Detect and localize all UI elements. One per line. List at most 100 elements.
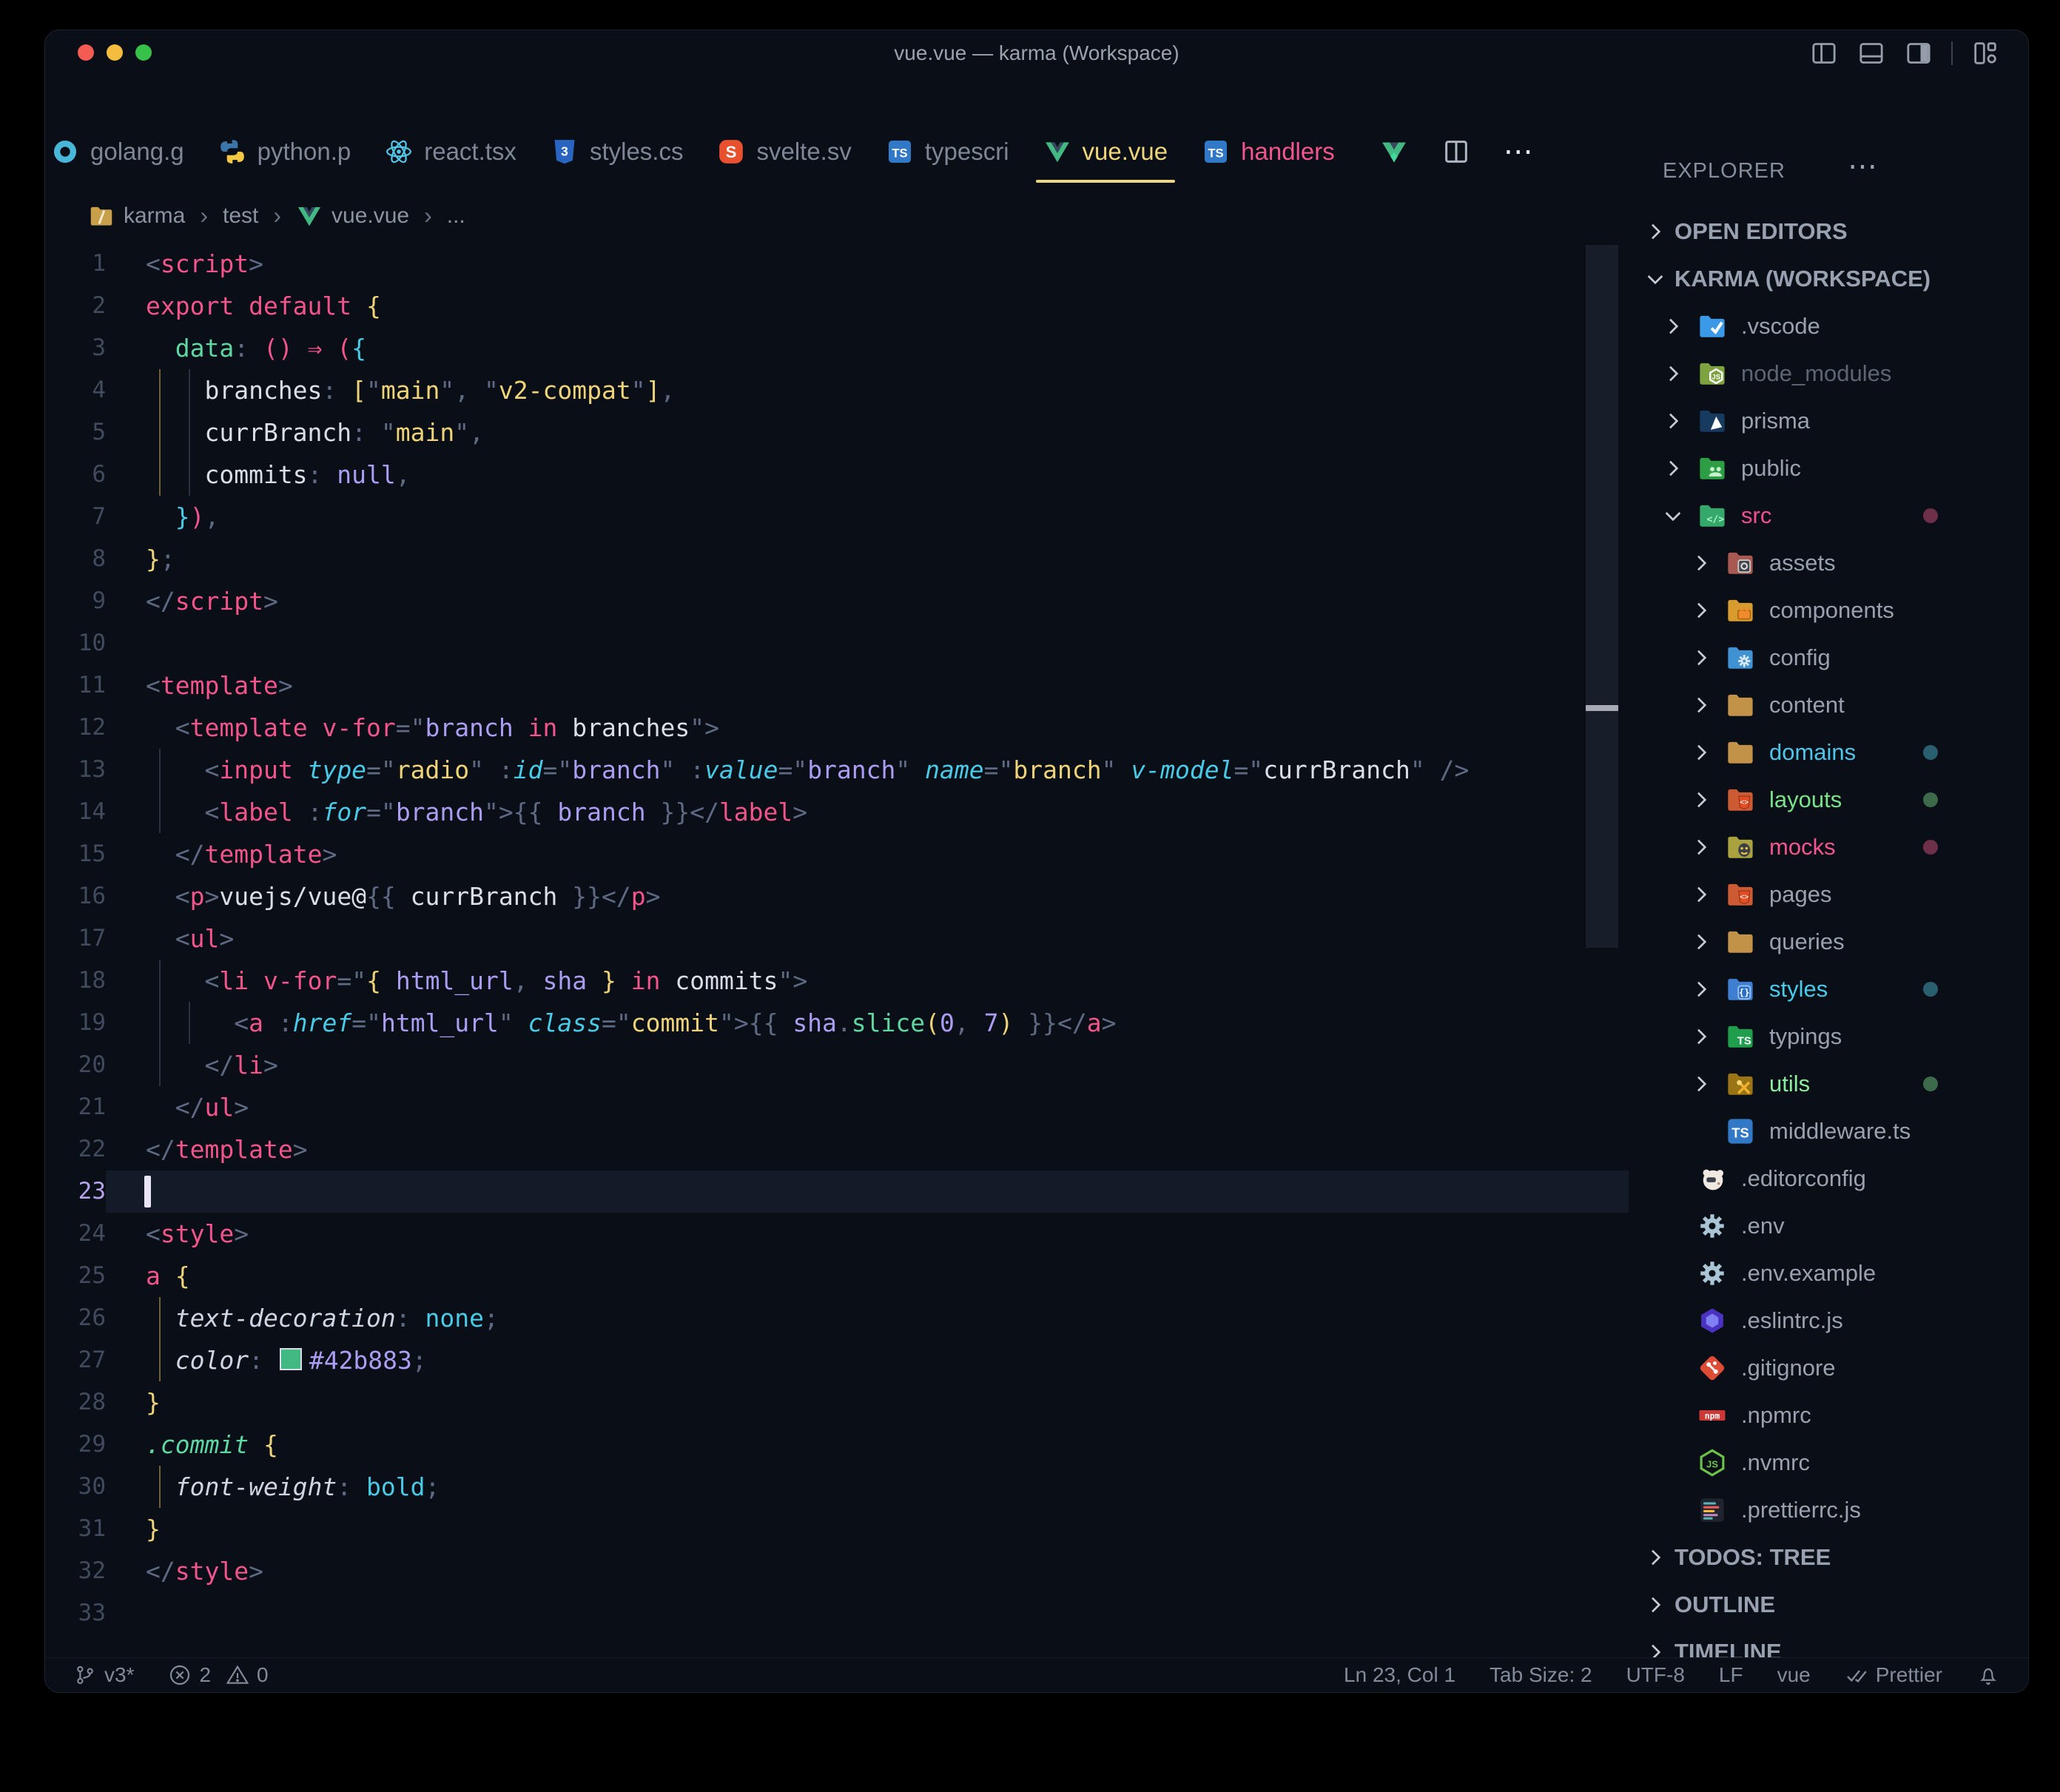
line-number[interactable]: 31 [45,1508,106,1550]
code-line-content[interactable]: currBranch: "main", [106,411,1629,454]
line-number[interactable]: 33 [45,1592,106,1634]
code-line-content[interactable] [106,1170,1629,1213]
tree-item-.editorconfig[interactable]: .editorconfig [1629,1155,2028,1202]
section-outline[interactable]: OUTLINE [1629,1581,2028,1628]
tree-item-.vscode[interactable]: .vscode [1629,303,2028,350]
line-number[interactable]: 24 [45,1213,106,1255]
toggle-panel-bottom-icon[interactable] [1857,38,1886,68]
line-number[interactable]: 29 [45,1424,106,1466]
line-number[interactable]: 2 [45,285,106,327]
code-line-content[interactable]: </script> [106,580,1629,622]
code-line-content[interactable]: data: () ⇒ ({ [106,327,1629,369]
tree-item-components[interactable]: components [1629,587,2028,634]
line-number[interactable]: 21 [45,1086,106,1128]
code-line-content[interactable]: <label :for="branch">{{ branch }}</label… [106,791,1629,833]
code-line-content[interactable]: branches: ["main", "v2-compat"], [106,369,1629,411]
tree-item-domains[interactable]: domains [1629,729,2028,776]
code-line-content[interactable]: </ul> [106,1086,1629,1128]
code-line-content[interactable]: export default { [106,285,1629,327]
tab-vue.vue[interactable]: vue.vue [1035,118,1175,186]
tab-handlers[interactable]: TS handlers [1202,118,1335,186]
tree-item-layouts[interactable]: <> layouts [1629,776,2028,823]
statusbar-tab-size-2[interactable]: Tab Size: 2 [1490,1663,1592,1687]
line-number[interactable]: 22 [45,1128,106,1170]
editor-scrollbar[interactable] [1586,245,1618,948]
line-number[interactable]: 15 [45,833,106,875]
tree-item-.prettierrc.js[interactable]: .prettierrc.js [1629,1486,2028,1534]
breadcrumb-item-...[interactable]: ... [447,203,465,229]
code-line-content[interactable]: </style> [106,1550,1629,1592]
line-number[interactable]: 18 [45,960,106,1002]
line-number[interactable]: 10 [45,622,106,664]
code-line-content[interactable]: text-decoration: none; [106,1297,1629,1339]
statusbar-branch[interactable]: v3* [73,1663,134,1687]
line-number[interactable]: 3 [45,327,106,369]
tree-item-content[interactable]: content [1629,681,2028,729]
tree-item-styles[interactable]: {} styles [1629,966,2028,1013]
code-line-content[interactable]: }), [106,496,1629,538]
tab-typescri[interactable]: TS typescri [886,118,1009,186]
code-line-content[interactable]: <template> [106,664,1629,707]
statusbar-ln-23-col-1[interactable]: Ln 23, Col 1 [1344,1663,1455,1687]
code-line-content[interactable]: } [106,1381,1629,1424]
section-todos-tree[interactable]: TODOS: TREE [1629,1534,2028,1581]
code-line-content[interactable]: }; [106,538,1629,580]
statusbar-prettier[interactable]: Prettier [1845,1663,1942,1687]
tab-golang.g[interactable]: golang.g [51,118,184,186]
code-line-content[interactable] [106,1592,1629,1634]
tree-item-src[interactable]: </> src [1629,492,2028,539]
code-line-content[interactable]: <script> [106,243,1629,285]
statusbar-utf-8[interactable]: UTF-8 [1626,1663,1685,1687]
code-line-content[interactable]: commits: null, [106,454,1629,496]
section-open-editors[interactable]: OPEN EDITORS [1629,208,2028,255]
line-number[interactable]: 30 [45,1466,106,1508]
tree-item-node_modules[interactable]: JS node_modules [1629,350,2028,397]
code-line-content[interactable]: } [106,1508,1629,1550]
code-line-content[interactable]: <p>vuejs/vue@{{ currBranch }}</p> [106,875,1629,917]
tree-item-mocks[interactable]: mocks [1629,823,2028,871]
tree-item-queries[interactable]: queries [1629,918,2028,966]
line-number[interactable]: 17 [45,917,106,960]
code-line-content[interactable]: </template> [106,833,1629,875]
line-number[interactable]: 9 [45,580,106,622]
toggle-panel-right-icon[interactable] [1904,38,1933,68]
tree-item-utils[interactable]: utils [1629,1060,2028,1108]
line-number[interactable]: 19 [45,1002,106,1044]
code-line-content[interactable]: .commit { [106,1424,1629,1466]
more-actions-icon[interactable]: ⋯ [1504,137,1536,166]
line-number[interactable]: 12 [45,707,106,749]
toggle-panel-left-icon[interactable] [1809,38,1839,68]
code-line-content[interactable]: color: #42b883; [106,1339,1629,1381]
code-line-content[interactable]: <template v-for="branch in branches"> [106,707,1629,749]
line-number[interactable]: 5 [45,411,106,454]
statusbar-notifications[interactable] [1976,1663,2000,1687]
code-line-content[interactable]: a { [106,1255,1629,1297]
vitest-icon[interactable] [1379,137,1409,166]
line-number[interactable]: 23 [45,1170,106,1213]
line-number[interactable]: 28 [45,1381,106,1424]
explorer-more-actions-icon[interactable]: ⋯ [1848,152,1880,181]
tree-item-.env[interactable]: .env [1629,1202,2028,1250]
tree-item-pages[interactable]: <> pages [1629,871,2028,918]
code-line-content[interactable]: </li> [106,1044,1629,1086]
line-number[interactable]: 6 [45,454,106,496]
section-workspace-root[interactable]: KARMA (WORKSPACE) [1629,255,2028,303]
tab-svelte.sv[interactable]: Ssvelte.sv [717,118,852,186]
tree-item-.env.example[interactable]: .env.example [1629,1250,2028,1297]
code-editor[interactable]: 1 <script> 2 export default {3 data: () ⇒ (… [45,243,1629,1634]
tab-react.tsx[interactable]: react.tsx [385,118,516,186]
tree-item-config[interactable]: config [1629,634,2028,681]
line-number[interactable]: 13 [45,749,106,791]
tree-item-public[interactable]: public [1629,445,2028,492]
code-line-content[interactable]: </template> [106,1128,1629,1170]
code-line-content[interactable]: <style> [106,1213,1629,1255]
line-number[interactable]: 4 [45,369,106,411]
line-number[interactable]: 7 [45,496,106,538]
code-line-content[interactable]: font-weight: bold; [106,1466,1629,1508]
code-line-content[interactable]: <ul> [106,917,1629,960]
line-number[interactable]: 11 [45,664,106,707]
line-number[interactable]: 32 [45,1550,106,1592]
line-number[interactable]: 26 [45,1297,106,1339]
customize-layout-icon[interactable] [1970,38,2000,68]
tree-item-middleware.ts[interactable]: TS middleware.ts [1629,1108,2028,1155]
